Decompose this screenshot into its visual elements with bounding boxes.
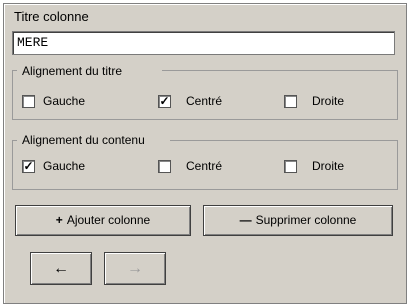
remove-column-label: Supprimer colonne bbox=[255, 213, 357, 227]
title-align-left-label: Gauche bbox=[43, 94, 86, 108]
title-align-left-checkbox[interactable] bbox=[22, 95, 35, 108]
plus-icon: + bbox=[55, 213, 63, 227]
content-align-right-checkbox[interactable] bbox=[284, 160, 297, 173]
column-title-label: Titre colonne bbox=[14, 9, 89, 24]
title-align-right-checkbox[interactable] bbox=[284, 95, 297, 108]
arrow-right-icon: → bbox=[127, 260, 143, 277]
content-align-center-label: Centré bbox=[186, 159, 223, 173]
previous-button[interactable]: ← bbox=[30, 252, 92, 285]
remove-column-button[interactable]: — Supprimer colonne bbox=[203, 205, 393, 236]
add-column-label: Ajouter colonne bbox=[66, 213, 151, 227]
minus-icon: — bbox=[239, 213, 252, 227]
title-align-center-checkbox[interactable]: ✓ bbox=[158, 95, 171, 108]
column-title-input[interactable]: MERE bbox=[12, 31, 395, 55]
content-align-right-label: Droite bbox=[312, 159, 345, 173]
check-icon: ✓ bbox=[159, 94, 170, 108]
next-button[interactable]: → bbox=[104, 252, 166, 285]
arrow-left-icon: ← bbox=[53, 260, 69, 277]
title-align-right-label: Droite bbox=[312, 94, 345, 108]
check-icon: ✓ bbox=[23, 159, 34, 173]
title-align-center-label: Centré bbox=[186, 94, 223, 108]
content-align-left-checkbox[interactable]: ✓ bbox=[22, 160, 35, 173]
add-column-button[interactable]: + Ajouter colonne bbox=[15, 205, 191, 236]
content-align-center-checkbox[interactable] bbox=[158, 160, 171, 173]
content-align-left-label: Gauche bbox=[43, 159, 86, 173]
